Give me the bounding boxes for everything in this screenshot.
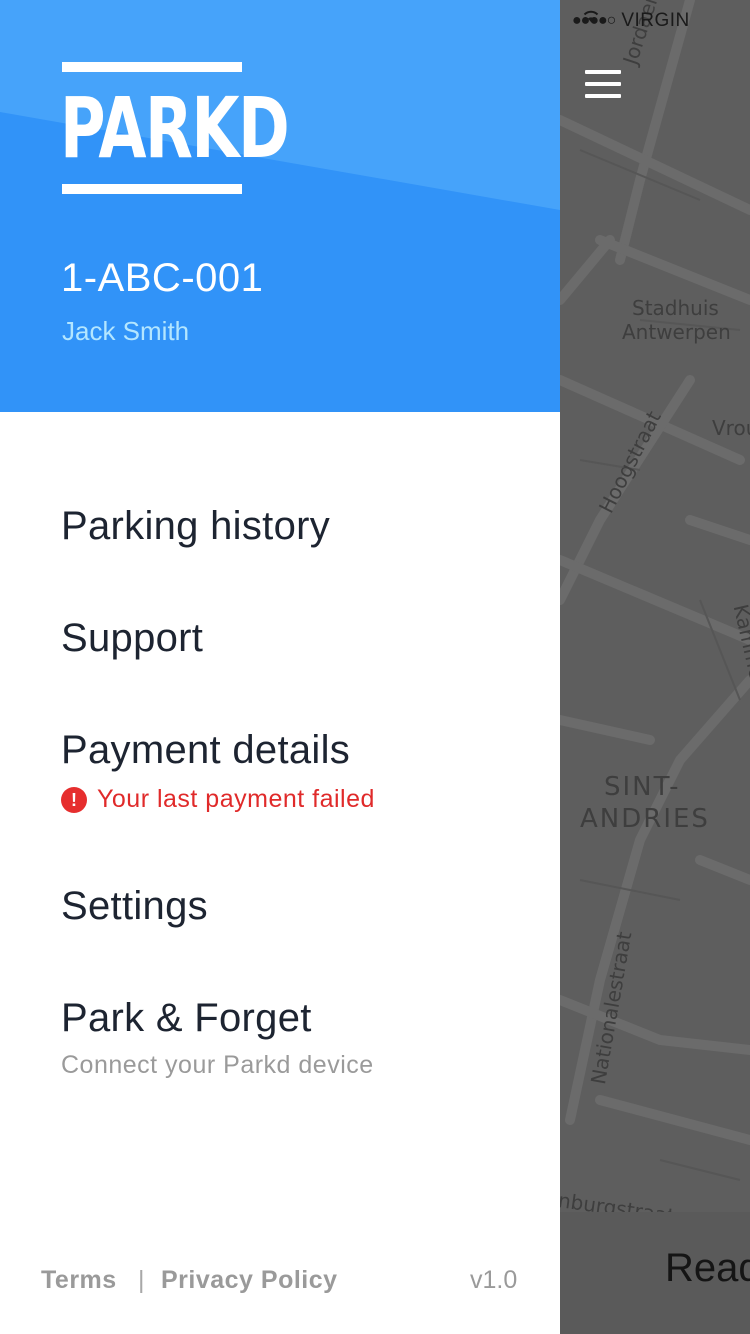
menu-item-settings[interactable]: Settings [61,884,208,929]
carrier-name: VIRGIN [621,10,690,31]
map-label-vrou: Vrou [712,416,750,440]
user-name: Jack Smith [62,316,190,346]
menu-item-label: Parking history [61,504,331,548]
drawer-footer: Terms | Privacy Policy v1.0 [41,1266,521,1302]
hamburger-line [585,70,621,74]
logo-bottom-bar [62,184,242,194]
logo-text: PARKD [60,79,290,177]
menu-item-payment-details[interactable]: Payment details ! Your last payment fail… [61,728,375,814]
wifi-icon [583,10,599,22]
parkd-logo: PARKD [60,62,290,194]
map-label-antwerpen: Antwerpen [622,320,731,344]
menu-item-parking-history[interactable]: Parking history [61,504,330,549]
menu-item-support[interactable]: Support [61,616,203,661]
privacy-policy-link[interactable]: Privacy Policy [161,1266,338,1295]
menu-item-label: Payment details [61,728,351,772]
menu-item-label: Support [61,616,204,660]
menu-item-label: Settings [61,884,208,928]
menu-toggle-button[interactable] [585,70,621,100]
navigation-drawer: PARKD 1-ABC-001 Jack Smith Parking histo… [0,0,560,1334]
license-plate: 1-ABC-001 [61,256,264,300]
hamburger-line [585,94,621,98]
map-label-andries: ANDRIES [580,804,710,834]
hamburger-line [585,82,621,86]
app-version: v1.0 [470,1266,518,1294]
status-bar: ●●●●○ VIRGIN [572,8,750,34]
terms-link[interactable]: Terms [41,1266,117,1295]
footer-separator: | [138,1266,145,1294]
menu-item-park-forget[interactable]: Park & Forget Connect your Parkd device [61,996,374,1080]
payment-failed-text: Your last payment failed [97,785,375,813]
map-label-stadhuis: Stadhuis [632,296,719,320]
logo-top-bar [62,62,242,72]
error-icon: ! [61,786,87,813]
ready-label: Read [665,1246,750,1290]
drawer-header: PARKD 1-ABC-001 Jack Smith [0,0,560,412]
map-label-sint: SINT- [604,772,681,802]
park-forget-subtitle: Connect your Parkd device [61,1051,374,1079]
menu-item-label: Park & Forget [61,996,312,1040]
payment-failed-alert: ! Your last payment failed [61,785,375,814]
